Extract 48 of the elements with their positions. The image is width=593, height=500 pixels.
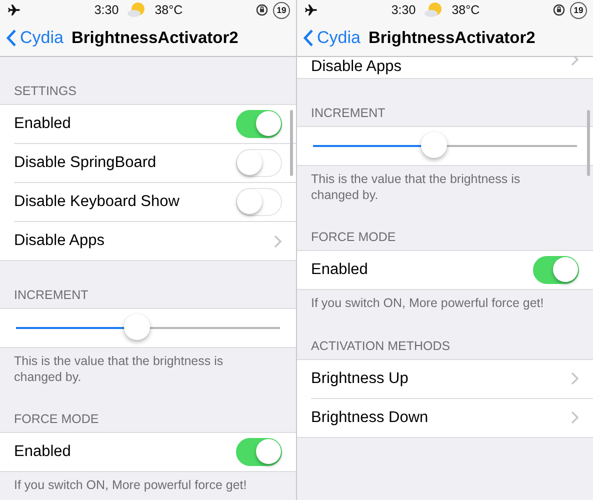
row-label: Disable SpringBoard <box>14 154 158 172</box>
chevron-icon <box>571 372 579 386</box>
section-header: SETTINGS <box>13 83 78 100</box>
page-title: BrightnessActivator2 <box>368 28 536 48</box>
toggle-switch[interactable] <box>236 188 282 216</box>
section-header: ACTIVATION METHODS <box>310 338 452 355</box>
section-header: FORCE MODE <box>13 411 100 428</box>
section-footer: This is the value that the brightness is changed by. <box>0 348 278 386</box>
settings-row[interactable]: Disable Apps <box>297 57 593 78</box>
section-header: INCREMENT <box>310 105 386 122</box>
section-footer: This is the value that the brightness is changed by. <box>297 166 575 204</box>
settings-row[interactable]: Brightness Up <box>297 360 593 398</box>
slider-thumb[interactable] <box>421 132 448 158</box>
back-button[interactable]: Cydia <box>6 28 64 48</box>
chevron-icon <box>571 411 579 424</box>
section-footer: If you switch ON, More powerful force get! <box>297 290 575 312</box>
row-label: Enabled <box>311 261 369 280</box>
battery-badge: 19 <box>570 2 587 18</box>
time: 3:30 <box>94 3 119 17</box>
rotation-lock-icon <box>553 4 565 16</box>
row-label: Disable Keyboard Show <box>14 193 180 211</box>
back-button[interactable]: Cydia <box>303 28 360 48</box>
toggle-switch[interactable] <box>236 110 282 138</box>
time: 3:30 <box>391 3 416 17</box>
section-header: FORCE MODE <box>310 229 397 246</box>
slider-thumb[interactable] <box>124 314 150 340</box>
toggle-switch[interactable] <box>236 438 282 466</box>
toggle-switch[interactable] <box>533 256 579 284</box>
row-label: Enabled <box>14 115 72 133</box>
weather-sun-cloud-icon <box>126 2 147 18</box>
weather-sun-cloud-icon <box>424 2 444 18</box>
section-footer: If you switch ON, More powerful force get! <box>0 472 278 494</box>
settings-row[interactable]: Brightness Down <box>311 398 593 437</box>
toggle-switch[interactable] <box>236 149 282 177</box>
back-chevron-icon <box>303 29 314 47</box>
airplane-icon <box>8 4 21 16</box>
airplane-icon <box>305 4 318 16</box>
chevron-icon <box>274 234 282 248</box>
scroll-indicator <box>290 110 293 176</box>
page-title: BrightnessActivator2 <box>71 28 238 48</box>
row-label: Enabled <box>14 443 72 462</box>
scroll-indicator <box>587 110 590 176</box>
temperature: 38°C <box>452 3 480 17</box>
section-header: INCREMENT <box>13 287 90 304</box>
temperature: 38°C <box>154 3 183 17</box>
battery-badge: 19 <box>273 2 290 18</box>
rotation-lock-icon <box>256 4 268 16</box>
back-chevron-icon <box>6 29 17 47</box>
